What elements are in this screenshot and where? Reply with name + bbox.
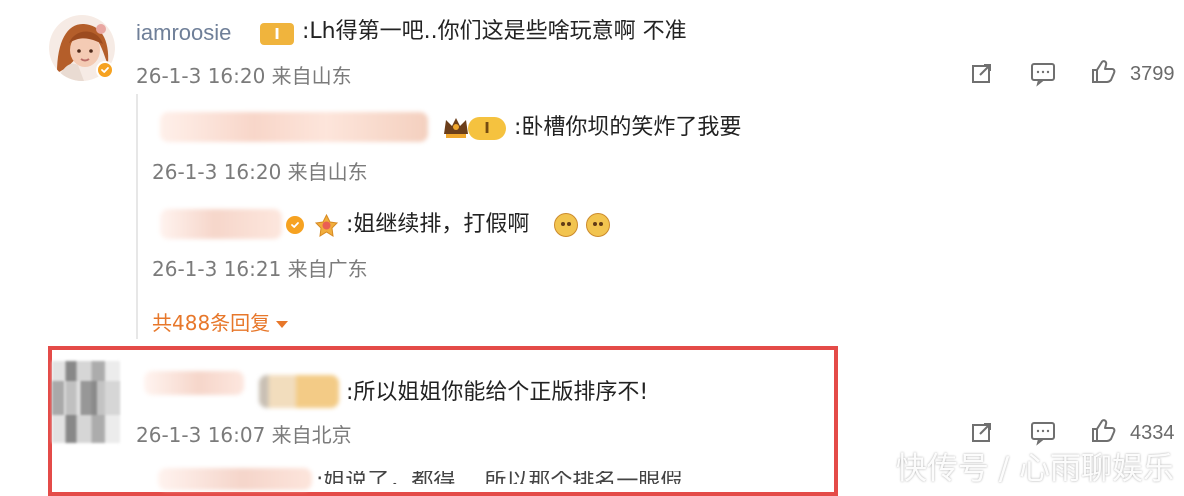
comment-1: iamroosie I :Lh得第一吧..你们这是些啥玩意啊 不准 26-1-3… xyxy=(0,0,1184,340)
comment-meta: 26-1-3 16:07 来自北京 xyxy=(136,423,352,447)
reply-count-label: 共488条回复 xyxy=(152,311,271,335)
like-icon[interactable] xyxy=(1089,58,1117,86)
chevron-down-icon xyxy=(276,320,289,328)
like-icon[interactable] xyxy=(1089,417,1117,445)
comment-username[interactable]: iamroosie xyxy=(136,22,231,44)
comment-actions: 4334 xyxy=(968,416,1184,450)
reply-thread-line xyxy=(136,94,138,339)
comment-icon[interactable] xyxy=(1029,418,1057,446)
watermark: 快传号 / 心雨聊娱乐 xyxy=(895,451,1174,487)
like-count: 3799 xyxy=(1130,63,1175,85)
comment-meta: 26-1-3 16:20 来自山东 xyxy=(136,64,352,88)
share-icon[interactable] xyxy=(968,59,996,87)
user-level-badge: I xyxy=(260,23,294,45)
user-level-badge-label: I xyxy=(274,25,280,43)
blurred-comment-badge xyxy=(259,375,339,408)
emoji-icon xyxy=(586,213,610,237)
reply-meta: 26-1-3 16:20 来自山东 xyxy=(152,160,368,184)
blurred-comment-username xyxy=(144,371,244,395)
share-icon[interactable] xyxy=(968,418,996,446)
emoji-icon xyxy=(554,213,578,237)
check-icon xyxy=(101,67,109,73)
comment-content: :所以姐姐你能给个正版排序不! xyxy=(346,380,649,405)
fan-badge-icon xyxy=(314,213,339,238)
blurred-avatar-overlay xyxy=(52,381,120,415)
reply-level-badge-label: I xyxy=(484,119,490,137)
like-count: 4334 xyxy=(1130,422,1175,444)
comment-actions: 3799 xyxy=(968,57,1184,91)
verified-badge xyxy=(96,61,114,79)
reply-meta: 26-1-3 16:21 来自广东 xyxy=(152,257,368,281)
comment-content: :Lh得第一吧..你们这是些啥玩意啊 不准 xyxy=(302,19,687,44)
view-more-replies[interactable]: 共488条回复 xyxy=(152,311,289,335)
reply-level-badge: I xyxy=(468,117,506,140)
blurred-reply-username xyxy=(160,209,282,239)
blurred-reply-username xyxy=(160,112,428,142)
reply-content: :姐继续排，打假啊 xyxy=(346,212,530,237)
reply-content: :卧槽你坝的笑炸了我要 xyxy=(514,115,742,140)
crown-icon xyxy=(441,114,471,140)
comment-icon[interactable] xyxy=(1029,59,1057,87)
verified-icon xyxy=(286,216,304,234)
